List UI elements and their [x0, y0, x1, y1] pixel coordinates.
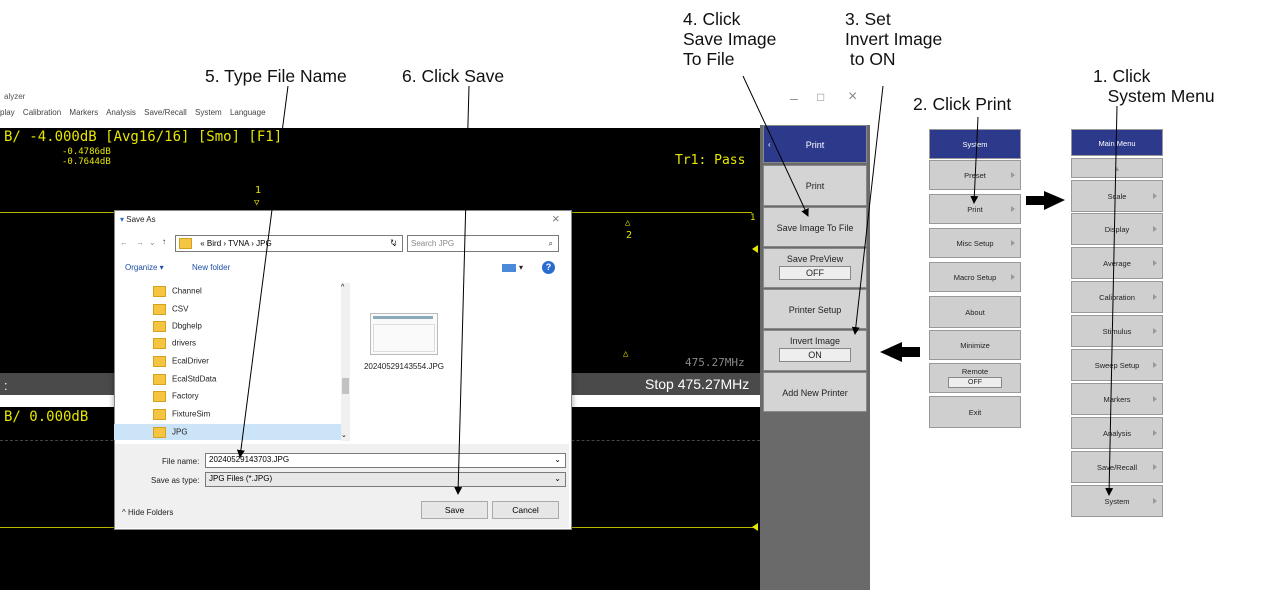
arrow-to-system — [1105, 105, 1118, 496]
arrow-to-save — [454, 85, 470, 495]
big-arrow-to-system-menu — [1026, 191, 1065, 210]
annotation-arrows — [236, 75, 1118, 496]
big-arrow-to-print-menu — [880, 342, 920, 362]
arrow-to-file-name — [236, 85, 289, 458]
arrow-to-save-image — [742, 75, 809, 217]
arrow-to-invert-image — [851, 85, 884, 335]
arrow-to-print — [970, 116, 979, 204]
